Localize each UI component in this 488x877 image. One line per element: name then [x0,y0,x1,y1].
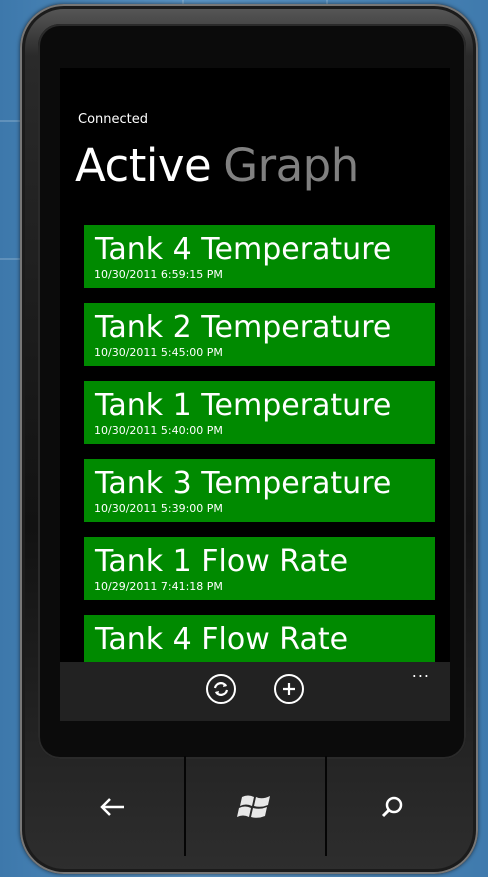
item-timestamp: 10/30/2011 5:39:00 PM [94,502,223,515]
item-name: Tank 3 Temperature [95,466,392,501]
pivot-header: Active Graph [75,136,359,196]
search-button[interactable] [327,756,457,858]
list-item[interactable]: Tank 3 Temperature 10/30/2011 5:39:00 PM [84,459,435,522]
pivot-item-graph[interactable]: Graph [223,139,359,192]
list-item[interactable]: Tank 2 Temperature 10/30/2011 5:45:00 PM [84,303,435,366]
list-item[interactable]: Tank 1 Flow Rate 10/29/2011 7:41:18 PM [84,537,435,600]
phone-screen: Connected Active Graph Tank 4 Temperature… [60,68,450,721]
item-timestamp: 10/30/2011 6:59:15 PM [94,268,223,281]
back-icon [100,798,124,816]
item-name: Tank 2 Temperature [95,310,392,345]
more-options-button[interactable]: ... [412,662,430,681]
desktop-line [0,120,20,122]
item-timestamp: 10/30/2011 5:45:00 PM [94,346,223,359]
sensor-list: Tank 4 Temperature 10/30/2011 6:59:15 PM… [84,225,435,693]
application-bar: ... [60,662,450,721]
pivot-item-active[interactable]: Active [75,139,212,192]
desktop-line [0,258,20,260]
back-button[interactable] [40,756,184,858]
item-name: Tank 1 Flow Rate [95,544,349,579]
item-timestamp: 10/30/2011 5:40:00 PM [94,424,223,437]
add-button[interactable] [274,674,304,704]
add-icon [283,683,295,695]
refresh-button[interactable] [206,674,236,704]
list-item[interactable]: Tank 1 Temperature 10/30/2011 5:40:00 PM [84,381,435,444]
start-button[interactable] [186,756,325,858]
item-name: Tank 1 Temperature [95,388,392,423]
list-item[interactable]: Tank 4 Temperature 10/30/2011 6:59:15 PM [84,225,435,288]
search-icon [381,796,403,818]
windows-start-icon [236,795,270,818]
item-name: Tank 4 Flow Rate [95,622,349,657]
item-name: Tank 4 Temperature [95,232,392,267]
item-timestamp: 10/29/2011 7:41:18 PM [94,580,223,593]
connection-status: Connected [78,112,149,127]
refresh-icon [213,682,229,696]
